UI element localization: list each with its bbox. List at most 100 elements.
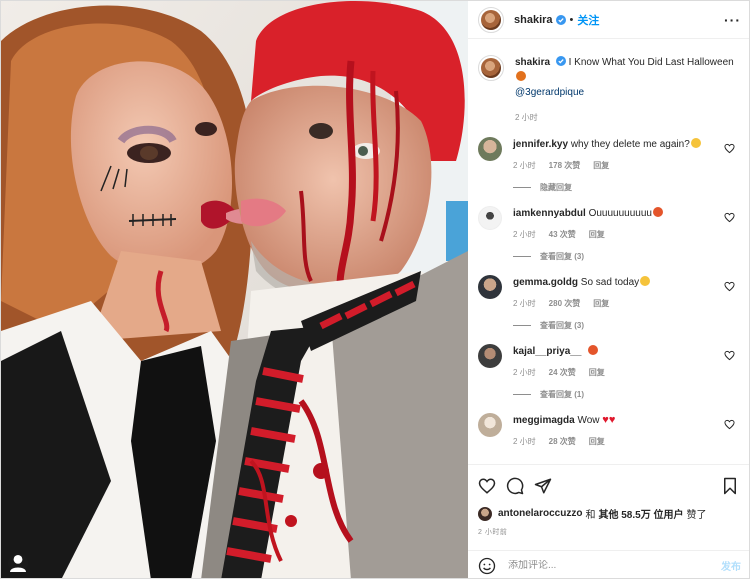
comment-like-heart-icon[interactable] xyxy=(724,143,735,154)
comment-meta: 2 小时 24 次赞 回复 xyxy=(513,367,741,378)
comment-like-count[interactable]: 280 次赞 xyxy=(549,298,581,309)
instagram-post-modal: shakira • 关注 ··· shakira I Know What You… xyxy=(0,0,750,579)
like-summary: antonelaroccuzzo 和 其他 58.5万 位用户 赞了 xyxy=(478,506,741,521)
comment-like-heart-icon[interactable] xyxy=(724,419,735,430)
comment-body: Wow xyxy=(577,415,600,426)
post-timestamp[interactable]: 2 小时前 xyxy=(478,527,741,537)
first-liker-username[interactable]: antonelaroccuzzo xyxy=(498,508,582,519)
comment-like-count[interactable]: 178 次赞 xyxy=(549,160,581,171)
comment-icon[interactable] xyxy=(506,477,524,495)
comment-like-count[interactable]: 28 次赞 xyxy=(549,436,576,447)
comment-like-heart-icon[interactable] xyxy=(724,350,735,361)
comment-text: jennifer.kyy why they delete me again? xyxy=(513,137,741,152)
post-actions: antonelaroccuzzo 和 其他 58.5万 位用户 赞了 2 小时前 xyxy=(468,464,749,537)
view-replies-label: 查看回复 (1) xyxy=(540,390,584,399)
tagged-user-icon[interactable] xyxy=(8,553,28,573)
comment-meta: 2 小时 43 次赞 回复 xyxy=(513,229,741,240)
author-username[interactable]: shakira xyxy=(514,14,553,26)
caption-text: shakira I Know What You Did Last Hallowe… xyxy=(515,55,741,100)
reply-button[interactable]: 回复 xyxy=(593,298,609,309)
commenter-avatar[interactable] xyxy=(478,206,502,230)
sad-emoji-icon xyxy=(640,276,651,286)
liker-avatar[interactable] xyxy=(478,506,492,521)
commenter-avatar[interactable] xyxy=(478,413,502,437)
reply-button[interactable]: 回复 xyxy=(589,229,605,240)
verified-badge-icon xyxy=(555,56,566,66)
more-options-button[interactable]: ··· xyxy=(724,12,741,28)
commenter-avatar[interactable] xyxy=(478,344,502,368)
hot-face-emoji-icon xyxy=(588,345,599,355)
reply-button[interactable]: 回复 xyxy=(589,367,605,378)
bookmark-icon[interactable] xyxy=(721,477,739,495)
comment-meta: 2 小时 280 次赞 回复 xyxy=(513,298,741,309)
view-replies-label: 查看回复 (3) xyxy=(540,252,584,261)
likes-suffix: 赞了 xyxy=(686,510,707,521)
reply-button[interactable]: 回复 xyxy=(589,436,605,447)
caption-body: I Know What You Did Last Halloween xyxy=(568,57,734,68)
caption-username[interactable]: shakira xyxy=(515,57,550,68)
post-comment-button[interactable]: 发布 xyxy=(721,558,741,573)
verified-badge-icon xyxy=(555,14,566,25)
view-replies-button[interactable]: 查看回复 (1) xyxy=(513,389,741,400)
view-replies-button[interactable]: 查看回复 (3) xyxy=(513,251,741,262)
comment-time[interactable]: 2 小时 xyxy=(513,436,536,447)
comment-time[interactable]: 2 小时 xyxy=(513,229,536,240)
comments-list[interactable]: shakira I Know What You Did Last Hallowe… xyxy=(468,39,749,464)
comment-like-heart-icon[interactable] xyxy=(724,212,735,223)
comment-text: gemma.goldg So sad today xyxy=(513,275,741,290)
commenter-avatar[interactable] xyxy=(478,137,502,161)
add-comment-bar: 发布 xyxy=(468,550,749,578)
paper-plane-icon[interactable] xyxy=(534,477,552,495)
author-avatar[interactable] xyxy=(478,6,504,33)
comment-like-heart-icon[interactable] xyxy=(724,281,735,292)
view-replies-button[interactable]: 查看回复 (3) xyxy=(513,320,741,331)
toggle-replies-button[interactable]: 隐藏回复 xyxy=(513,182,741,193)
follow-button[interactable]: 关注 xyxy=(577,12,599,28)
heart-icon[interactable] xyxy=(478,477,496,495)
comment-username[interactable]: iamkennyabdul xyxy=(513,208,586,219)
comment-time[interactable]: 2 小时 xyxy=(513,160,536,171)
comment-username[interactable]: meggimagda xyxy=(513,415,575,426)
comment-item: gemma.goldg So sad today 2 小时 280 次赞 回复 … xyxy=(478,275,741,331)
post-photo[interactable] xyxy=(1,1,468,578)
header-separator: • xyxy=(569,13,574,26)
action-icons xyxy=(478,475,741,497)
comment-like-count[interactable]: 24 次赞 xyxy=(549,367,576,378)
caption: shakira I Know What You Did Last Hallowe… xyxy=(478,55,741,123)
other-likers-count[interactable]: 其他 58.5万 位用户 xyxy=(598,506,683,521)
caption-mention-link[interactable]: @3gerardpique xyxy=(515,87,584,98)
comment-item: iamkennyabdul Ouuuuuuuuuu 2 小时 43 次赞 回复 … xyxy=(478,206,741,262)
comment-text: iamkennyabdul Ouuuuuuuuuu xyxy=(513,206,741,221)
view-replies-label: 查看回复 (3) xyxy=(540,321,584,330)
comment-item: kajal__priya__ 2 小时 24 次赞 回复 查看回复 (1) xyxy=(478,344,741,400)
comment-time[interactable]: 2 小时 xyxy=(513,367,536,378)
pumpkin-emoji-icon xyxy=(516,71,526,81)
caption-avatar[interactable] xyxy=(478,55,504,81)
comment-text: meggimagda Wow ♥♥ xyxy=(513,413,741,428)
smiley-icon[interactable] xyxy=(478,557,496,575)
halloween-couple-photo xyxy=(1,1,468,578)
comment-username[interactable]: gemma.goldg xyxy=(513,277,578,288)
comment-text: kajal__priya__ xyxy=(513,344,741,359)
post-sidebar: shakira • 关注 ··· shakira I Know What You… xyxy=(468,1,749,578)
comment-like-count[interactable]: 43 次赞 xyxy=(549,229,576,240)
comment-body: why they delete me again? xyxy=(570,139,690,150)
comment-body: So sad today xyxy=(580,277,640,288)
comment-time[interactable]: 2 小时 xyxy=(513,298,536,309)
likes-connector: 和 xyxy=(585,510,596,521)
post-header: shakira • 关注 ··· xyxy=(468,1,749,39)
toggle-replies-label: 隐藏回复 xyxy=(540,183,572,192)
comment-item: jennifer.kyy why they delete me again? 2… xyxy=(478,137,741,193)
comment-item: meggimagda Wow ♥♥ 2 小时 28 次赞 回复 xyxy=(478,413,741,447)
commenter-avatar[interactable] xyxy=(478,275,502,299)
caption-time[interactable]: 2 小时 xyxy=(515,112,538,123)
caption-meta: 2 小时 xyxy=(515,112,741,123)
reply-button[interactable]: 回复 xyxy=(593,160,609,171)
comment-username[interactable]: jennifer.kyy xyxy=(513,139,568,150)
comment-meta: 2 小时 178 次赞 回复 xyxy=(513,160,741,171)
comment-username[interactable]: kajal__priya__ xyxy=(513,346,581,357)
red-heart-emoji-icon: ♥♥ xyxy=(602,414,616,426)
confused-emoji-icon xyxy=(690,138,701,148)
comment-input[interactable] xyxy=(508,560,721,571)
comment-body: Ouuuuuuuuuu xyxy=(588,208,652,219)
